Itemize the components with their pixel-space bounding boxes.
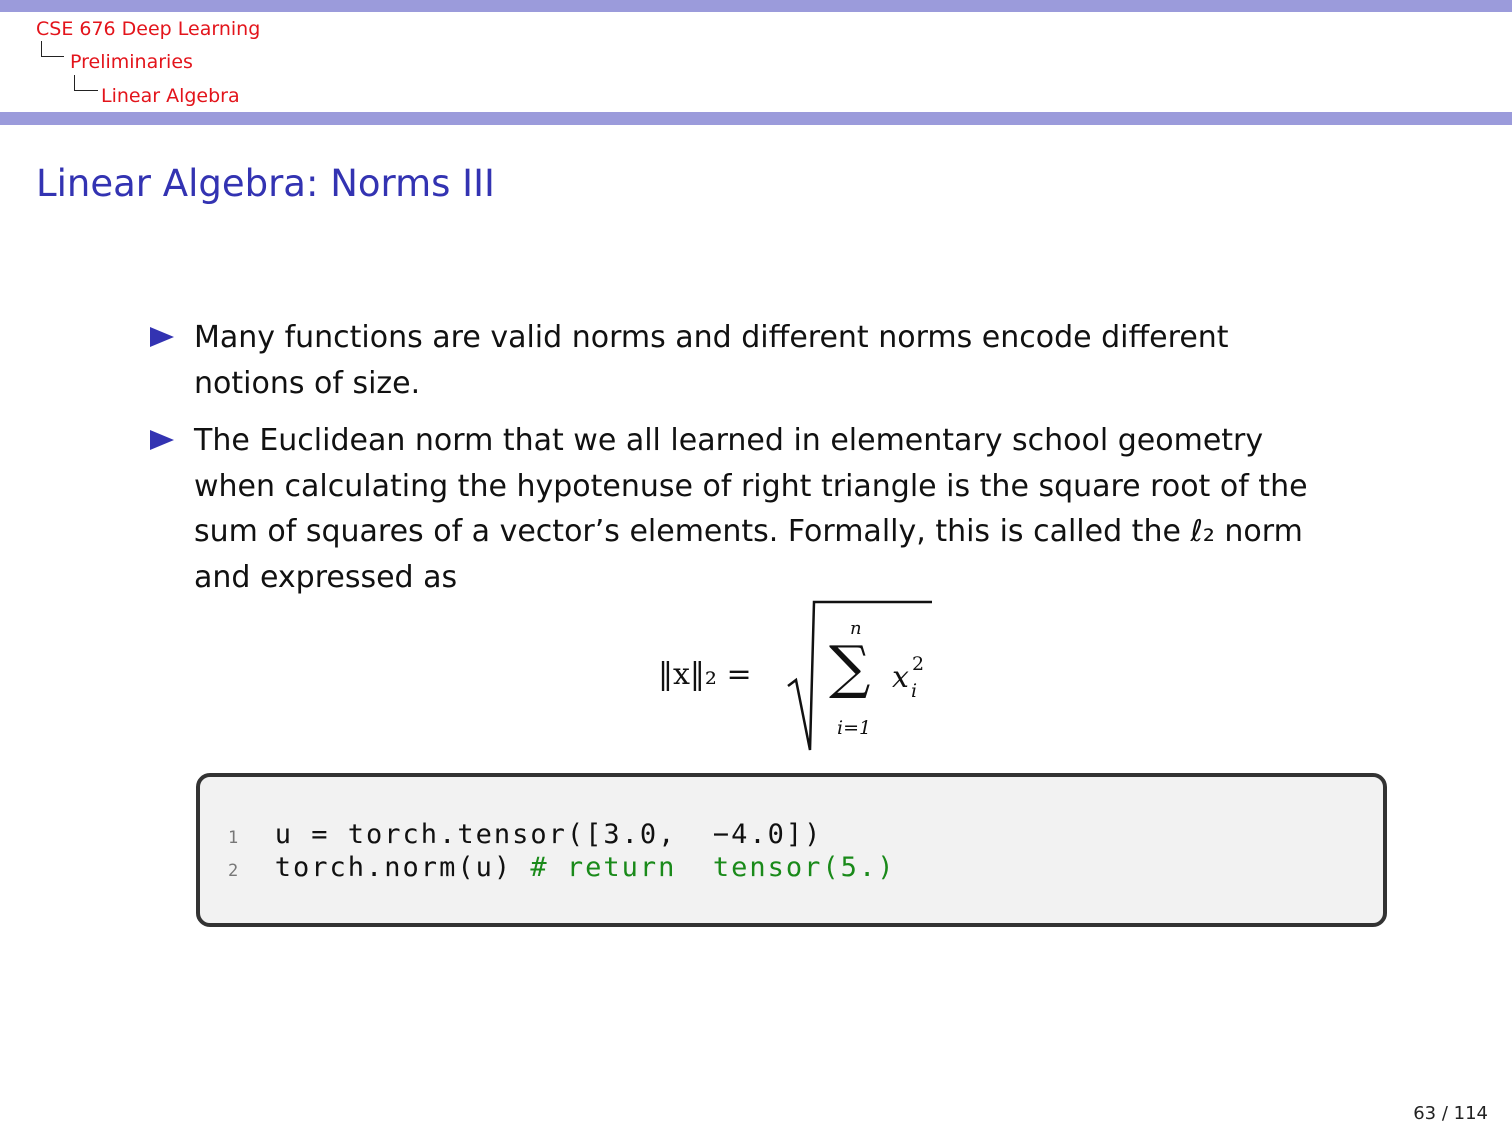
slide-title: Linear Algebra: Norms III — [36, 162, 495, 205]
bullet-text-line: The Euclidean norm that we all learned i… — [194, 423, 1264, 458]
code-comment: # return tensor(5.) — [530, 852, 896, 883]
bullet-text-line: when calculating the hypotenuse of right… — [194, 469, 1308, 504]
bullet-triangle-icon — [150, 327, 174, 347]
code-line: 1 u = torch.tensor([3.0, −4.0]) — [228, 819, 822, 850]
header-bar-top — [0, 0, 1512, 12]
breadcrumb-course[interactable]: CSE 676 Deep Learning — [36, 18, 260, 40]
breadcrumb-section[interactable]: Preliminaries — [70, 51, 193, 73]
bullet-text-line: Many functions are valid norms and diffe… — [194, 320, 1229, 355]
code-block: 1 u = torch.tensor([3.0, −4.0]) 2 torch.… — [196, 773, 1387, 927]
breadcrumb-subsection[interactable]: Linear Algebra — [101, 85, 240, 107]
bullet-text-line: notions of size. — [194, 366, 421, 401]
formula-term-subscript: i — [911, 680, 918, 702]
code-text: torch.norm(u) — [274, 852, 531, 883]
line-number: 2 — [228, 861, 239, 881]
header-bar-bottom — [0, 112, 1512, 125]
breadcrumb-connector — [41, 41, 64, 57]
formula-lhs: ‖x‖₂ = — [658, 657, 752, 692]
line-number: 1 — [228, 828, 239, 848]
summation-icon: ∑ — [829, 633, 871, 701]
bullet-text-line: and expressed as — [194, 560, 458, 595]
formula-term: x — [892, 660, 909, 695]
code-line: 2 torch.norm(u) # return tensor(5.) — [228, 852, 895, 883]
formula-term-superscript: 2 — [912, 653, 925, 675]
code-text: u = torch.tensor([3.0, −4.0]) — [274, 819, 823, 850]
bullet-text-line: sum of squares of a vector’s elements. F… — [194, 514, 1303, 549]
page-number: 63 / 114 — [1413, 1103, 1488, 1124]
sum-lower-limit: i=1 — [837, 717, 872, 739]
bullet-triangle-icon — [150, 430, 174, 450]
breadcrumb-connector — [74, 75, 98, 91]
